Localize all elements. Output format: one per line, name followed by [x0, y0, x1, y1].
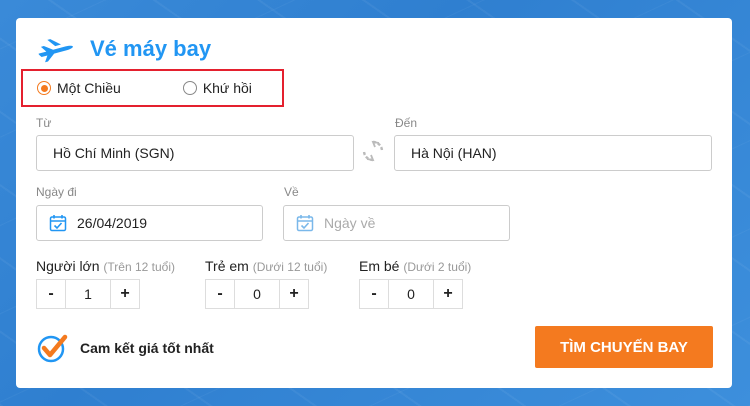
infant-count: 0	[388, 280, 434, 308]
to-input[interactable]: Hà Nội (HAN)	[394, 135, 712, 171]
infant-hint: (Dưới 2 tuổi)	[403, 260, 472, 274]
adult-label-text: Người lớn	[36, 258, 100, 274]
adult-plus-button[interactable]: +	[111, 280, 139, 308]
best-price-guarantee: Cam kết giá tốt nhất	[36, 332, 214, 364]
radio-one-way-dot	[37, 81, 51, 95]
flight-search-card: Vé máy bay Một Chiều Khứ hồi Từ Hồ Chí M…	[16, 18, 732, 388]
child-plus-button[interactable]: +	[280, 280, 308, 308]
child-stepper: - 0 +	[205, 279, 309, 309]
child-label-text: Trẻ em	[205, 258, 249, 274]
infant-label-text: Em bé	[359, 258, 400, 274]
child-label: Trẻ em (Dưới 12 tuổi)	[205, 258, 327, 274]
adult-stepper: - 1 +	[36, 279, 140, 309]
infant-stepper: - 0 +	[359, 279, 463, 309]
plane-icon	[38, 39, 73, 63]
check-badge-icon	[37, 334, 68, 363]
radio-one-way[interactable]: Một Chiều	[37, 80, 121, 96]
radio-one-way-label: Một Chiều	[57, 80, 121, 96]
trip-type-group: Một Chiều Khứ hồi	[21, 69, 284, 107]
depart-date-value: 26/04/2019	[77, 215, 148, 231]
infant-label: Em bé (Dưới 2 tuổi)	[359, 258, 471, 274]
child-minus-button[interactable]: -	[206, 280, 234, 308]
swap-icon[interactable]	[362, 140, 384, 162]
return-date-label: Về	[284, 185, 299, 199]
child-count: 0	[234, 280, 280, 308]
adult-label: Người lớn (Trên 12 tuổi)	[36, 258, 175, 274]
page-title: Vé máy bay	[90, 36, 212, 61]
radio-round-trip-label: Khứ hồi	[202, 80, 252, 96]
adult-hint: (Trên 12 tuổi)	[103, 260, 176, 274]
to-label: Đến	[395, 116, 418, 130]
child-hint: (Dưới 12 tuổi)	[252, 260, 328, 274]
calendar-icon	[296, 215, 314, 232]
return-date-input[interactable]: Ngày về	[283, 205, 510, 241]
infant-plus-button[interactable]: +	[434, 280, 462, 308]
search-flights-button[interactable]: TÌM CHUYẾN BAY	[535, 326, 713, 368]
from-value: Hồ Chí Minh (SGN)	[53, 145, 175, 161]
from-label: Từ	[36, 116, 52, 130]
radio-round-trip-dot	[182, 81, 197, 95]
adult-minus-button[interactable]: -	[37, 280, 65, 308]
from-input[interactable]: Hồ Chí Minh (SGN)	[36, 135, 354, 171]
infant-minus-button[interactable]: -	[360, 280, 388, 308]
depart-date-input[interactable]: 26/04/2019	[36, 205, 263, 241]
adult-count: 1	[65, 280, 111, 308]
guarantee-text: Cam kết giá tốt nhất	[80, 340, 214, 356]
card-header: Vé máy bay	[36, 32, 211, 66]
calendar-icon	[49, 215, 67, 232]
to-value: Hà Nội (HAN)	[411, 145, 497, 161]
return-date-placeholder: Ngày về	[324, 215, 376, 231]
depart-date-label: Ngày đi	[36, 185, 77, 199]
radio-round-trip[interactable]: Khứ hồi	[182, 80, 252, 96]
